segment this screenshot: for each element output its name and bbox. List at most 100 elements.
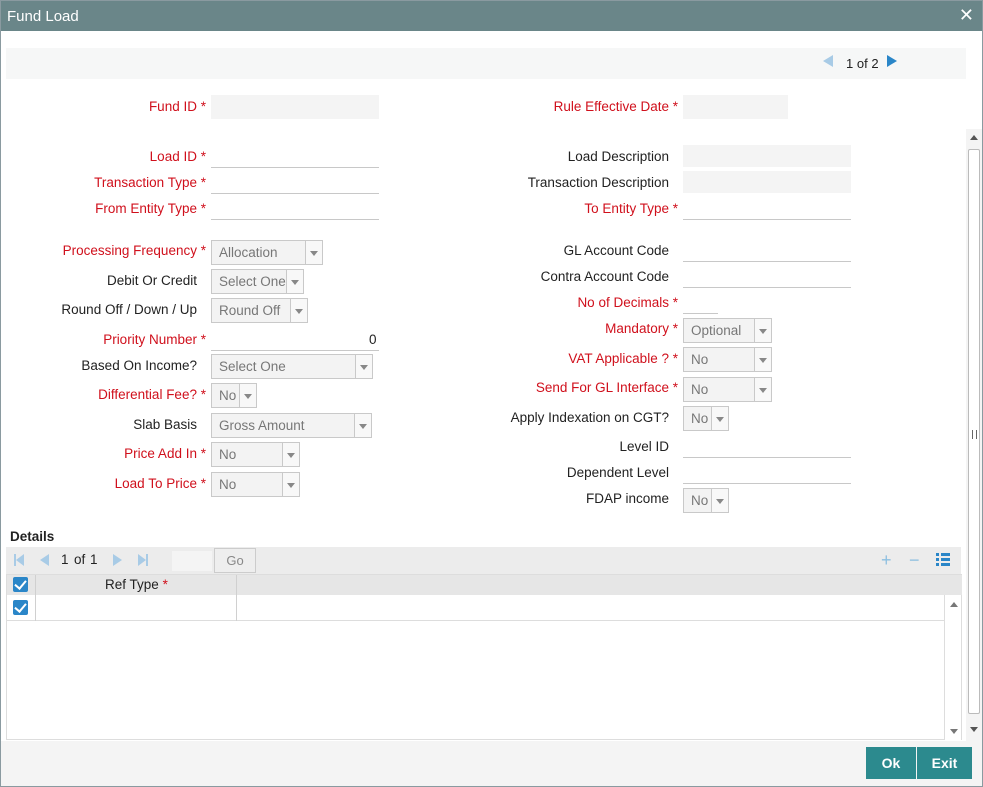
from-entity-type-label: From Entity Type * (95, 201, 206, 216)
based-on-income-select[interactable]: Select One (211, 354, 373, 379)
scroll-down-icon[interactable] (950, 729, 958, 734)
differential-fee-select[interactable]: No (211, 383, 257, 408)
fdap-income-label: FDAP income (585, 491, 669, 506)
priority-number-input[interactable] (211, 327, 379, 351)
details-page-total: 1 (90, 552, 98, 567)
mandatory-select[interactable]: Optional (683, 318, 772, 343)
contra-account-code-label: Contra Account Code (540, 269, 669, 284)
last-page-icon[interactable] (138, 554, 148, 566)
chevron-down-icon (711, 407, 728, 430)
fund-id-label: Fund ID * (148, 99, 206, 114)
load-to-price-select[interactable]: No (211, 472, 300, 497)
no-of-decimals-label: No of Decimals * (577, 295, 678, 310)
no-of-decimals-input[interactable] (683, 290, 718, 314)
send-for-gl-interface-select[interactable]: No (683, 377, 772, 402)
chevron-down-icon (239, 384, 256, 407)
to-entity-type-label: To Entity Type * (584, 201, 678, 216)
mandatory-label: Mandatory * (605, 321, 678, 336)
transaction-type-input[interactable] (211, 170, 379, 194)
title-bar: Fund Load ✕ (1, 1, 982, 31)
debit-or-credit-select[interactable]: Select One (211, 269, 304, 294)
chevron-down-icon (754, 348, 771, 371)
previous-page-icon[interactable] (40, 554, 50, 566)
load-id-label: Load ID * (149, 149, 206, 164)
select-all-checkbox[interactable] (13, 577, 28, 592)
gl-account-code-input[interactable] (683, 238, 851, 262)
next-page-icon[interactable] (113, 554, 123, 566)
main-scrollbar[interactable] (966, 129, 982, 741)
vat-applicable-label: VAT Applicable ? * (568, 351, 678, 366)
column-divider (35, 595, 36, 621)
chevron-down-icon (286, 270, 303, 293)
vat-applicable-select[interactable]: No (683, 347, 772, 372)
transaction-type-label: Transaction Type * (94, 175, 206, 190)
next-page-icon[interactable] (887, 55, 897, 67)
details-page-input[interactable] (172, 551, 212, 571)
grip-icon (972, 430, 977, 439)
from-entity-type-input[interactable] (211, 196, 379, 220)
chevron-down-icon (290, 299, 307, 322)
priority-number-label: Priority Number * (103, 332, 206, 347)
exit-button[interactable]: Exit (917, 747, 972, 779)
previous-page-icon[interactable] (823, 55, 833, 67)
list-view-icon[interactable] (936, 553, 950, 566)
page-indicator: 1 of 2 (846, 56, 879, 71)
chevron-down-icon (754, 378, 771, 401)
dependent-level-label: Dependent Level (566, 465, 669, 480)
price-add-in-select[interactable]: No (211, 442, 300, 467)
scroll-down-icon[interactable] (970, 727, 978, 732)
table-row[interactable] (7, 595, 944, 621)
details-page-current: 1 (61, 552, 69, 567)
round-off-label: Round Off / Down / Up (61, 302, 197, 317)
first-page-icon[interactable] (14, 554, 24, 566)
chevron-down-icon (282, 473, 299, 496)
chevron-down-icon (754, 319, 771, 342)
round-off-select[interactable]: Round Off (211, 298, 308, 323)
scrollbar-thumb[interactable] (968, 149, 980, 714)
details-page-of: of (74, 552, 86, 567)
rule-effective-date-input[interactable] (683, 95, 788, 119)
remove-row-icon[interactable]: − (909, 551, 920, 569)
close-icon[interactable]: ✕ (959, 5, 974, 26)
load-id-input[interactable] (211, 144, 379, 168)
grid-scrollbar[interactable] (944, 595, 961, 740)
level-id-input[interactable] (683, 434, 851, 458)
scroll-up-icon[interactable] (970, 135, 978, 140)
differential-fee-label: Differential Fee? * (98, 387, 206, 402)
send-for-gl-interface-label: Send For GL Interface * (535, 380, 678, 395)
window-title: Fund Load (7, 8, 79, 25)
details-section-title: Details (10, 529, 55, 544)
row-checkbox[interactable] (13, 600, 28, 615)
column-header-ref-type[interactable]: Ref Type * (105, 577, 168, 592)
footer-bar: Ok Exit (1, 741, 982, 786)
load-to-price-label: Load To Price * (114, 476, 206, 491)
fund-id-input[interactable] (211, 95, 379, 119)
details-toolbar: 1 of 1 Go + − (6, 547, 961, 574)
column-divider (35, 575, 36, 595)
grid-header: Ref Type * (7, 575, 962, 595)
chevron-down-icon (711, 489, 728, 512)
transaction-description-input[interactable] (683, 171, 851, 193)
slab-basis-select[interactable]: Gross Amount (211, 413, 372, 438)
chevron-down-icon (354, 414, 371, 437)
gl-account-code-label: GL Account Code (563, 243, 669, 258)
level-id-label: Level ID (619, 439, 669, 454)
details-grid: Ref Type * (6, 574, 962, 740)
apply-indexation-select[interactable]: No (683, 406, 729, 431)
chevron-down-icon (282, 443, 299, 466)
slab-basis-label: Slab Basis (133, 417, 197, 432)
load-description-input[interactable] (683, 145, 851, 167)
ok-button[interactable]: Ok (866, 747, 916, 779)
dependent-level-input[interactable] (683, 460, 851, 484)
fdap-income-select[interactable]: No (683, 488, 729, 513)
rule-effective-date-label: Rule Effective Date * (553, 99, 678, 114)
fund-load-window: Fund Load ✕ 1 of 2 Fund ID * Load ID * T… (0, 0, 983, 787)
add-row-icon[interactable]: + (881, 551, 892, 569)
scroll-up-icon[interactable] (950, 602, 958, 607)
contra-account-code-input[interactable] (683, 264, 851, 288)
processing-frequency-label: Processing Frequency * (62, 243, 206, 258)
to-entity-type-input[interactable] (683, 196, 851, 220)
processing-frequency-select[interactable]: Allocation (211, 240, 323, 265)
go-button[interactable]: Go (214, 548, 256, 573)
page-navigator: 1 of 2 (6, 48, 966, 79)
